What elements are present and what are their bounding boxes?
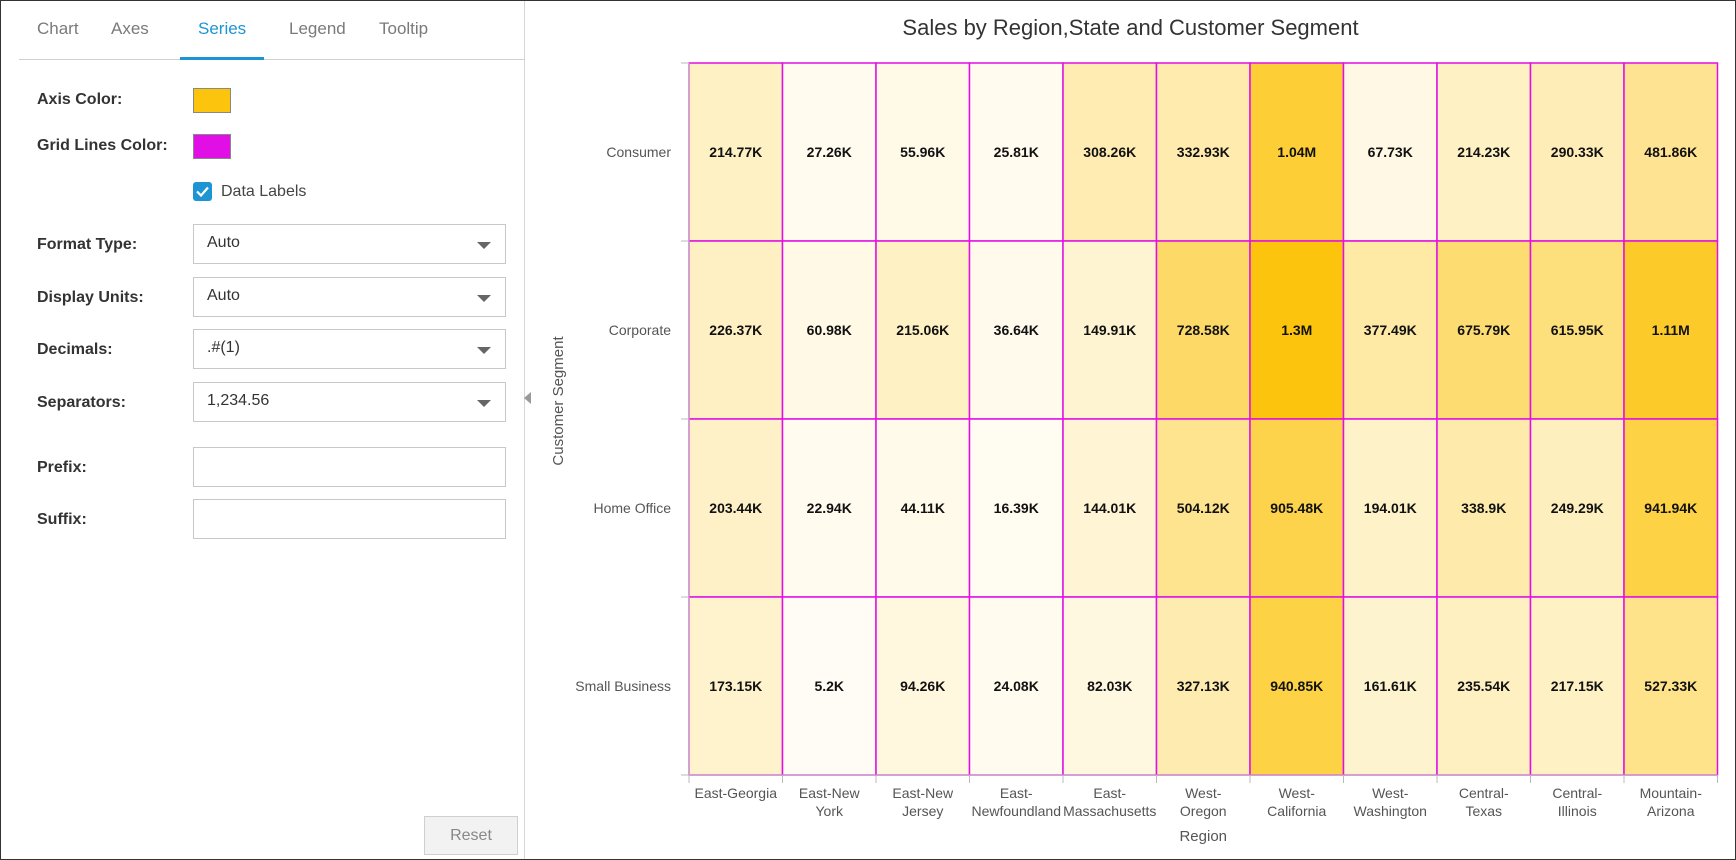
data-label: 25.81K bbox=[994, 144, 1039, 160]
data-label: 27.26K bbox=[807, 144, 852, 160]
data-label: 94.26K bbox=[900, 678, 945, 694]
data-label: 481.86K bbox=[1644, 144, 1697, 160]
reset-button[interactable]: Reset bbox=[424, 816, 518, 855]
chart-area: Sales by Region,State and Customer Segme… bbox=[526, 1, 1735, 859]
axis-color-label: Axis Color: bbox=[37, 91, 123, 108]
format-panel: Chart Axes Series Legend Tooltip Axis Co… bbox=[1, 1, 525, 859]
tab-axes[interactable]: Axes bbox=[93, 1, 167, 60]
x-axis-title: Region bbox=[1179, 828, 1227, 845]
x-tick-label: East-Georgia bbox=[695, 785, 778, 801]
data-label: 1.11M bbox=[1652, 322, 1690, 338]
data-label: 67.73K bbox=[1368, 144, 1413, 160]
data-label: 203.44K bbox=[709, 500, 762, 516]
grid-lines-color-swatch[interactable] bbox=[193, 134, 231, 159]
data-label: 226.37K bbox=[709, 322, 762, 338]
data-labels-checkbox[interactable] bbox=[193, 182, 212, 201]
y-tick-label: Corporate bbox=[609, 322, 671, 338]
data-label: 905.48K bbox=[1270, 500, 1323, 516]
data-label: 1.04M bbox=[1277, 144, 1316, 160]
data-label: 1.3M bbox=[1281, 322, 1312, 338]
display-units-label: Display Units: bbox=[37, 289, 144, 306]
data-label: 215.06K bbox=[896, 322, 949, 338]
data-label: 377.49K bbox=[1364, 322, 1417, 338]
y-tick-label: Home Office bbox=[593, 500, 671, 516]
heatmap-chart: 214.77K 27.26K 55.96K 25.81K 308.26K 332.93K 1… bbox=[550, 62, 1719, 845]
prefix-input[interactable] bbox=[193, 447, 506, 487]
display-units-value: Auto bbox=[207, 287, 240, 304]
data-label: 149.91K bbox=[1083, 322, 1136, 338]
format-type-label: Format Type: bbox=[37, 236, 138, 253]
format-type-value: Auto bbox=[207, 234, 240, 251]
data-label: 941.94K bbox=[1644, 500, 1697, 516]
y-tick-label: Consumer bbox=[606, 144, 671, 160]
suffix-label: Suffix: bbox=[37, 511, 87, 528]
x-tick-label: East-New York bbox=[799, 785, 861, 819]
data-label: 36.64K bbox=[994, 322, 1039, 338]
tab-series[interactable]: Series bbox=[180, 1, 265, 60]
x-tick-label: East-Massachusetts bbox=[1063, 785, 1156, 819]
data-label: 173.15K bbox=[709, 678, 762, 694]
suffix-input[interactable] bbox=[193, 499, 506, 539]
data-label: 194.01K bbox=[1364, 500, 1417, 516]
data-label: 728.58K bbox=[1177, 322, 1230, 338]
x-tick-label: East-Newfoundland bbox=[971, 785, 1061, 819]
x-tick-label: West-Oregon bbox=[1180, 785, 1227, 819]
prefix-label: Prefix: bbox=[37, 459, 87, 476]
separators-select[interactable]: 1,234.56 bbox=[193, 382, 506, 422]
format-type-select[interactable]: Auto bbox=[193, 224, 506, 264]
x-tick-label: West-Washington bbox=[1354, 785, 1427, 819]
data-label: 144.01K bbox=[1083, 500, 1136, 516]
tab-bar: Chart Axes Series Legend Tooltip bbox=[19, 1, 525, 60]
grid-lines-color-label: Grid Lines Color: bbox=[37, 137, 168, 154]
y-axis-title: Customer Segment bbox=[550, 336, 567, 466]
tab-legend[interactable]: Legend bbox=[271, 1, 364, 60]
display-units-select[interactable]: Auto bbox=[193, 277, 506, 317]
data-label: 24.08K bbox=[994, 678, 1039, 694]
data-label: 332.93K bbox=[1177, 144, 1230, 160]
data-labels-label: Data Labels bbox=[221, 183, 307, 200]
x-tick-label: Central-Illinois bbox=[1552, 785, 1602, 819]
data-label: 290.33K bbox=[1551, 144, 1604, 160]
chevron-down-icon bbox=[477, 295, 491, 302]
decimals-select[interactable]: .#(1) bbox=[193, 329, 506, 369]
x-tick-label: East-New Jersey bbox=[892, 785, 954, 819]
tab-tooltip[interactable]: Tooltip bbox=[361, 1, 446, 60]
x-tick-label: Central-Texas bbox=[1459, 785, 1509, 819]
axis-color-swatch[interactable] bbox=[193, 88, 231, 113]
data-label: 615.95K bbox=[1551, 322, 1604, 338]
data-label: 55.96K bbox=[900, 144, 945, 160]
data-label: 60.98K bbox=[807, 322, 852, 338]
data-label: 214.23K bbox=[1457, 144, 1510, 160]
chevron-down-icon bbox=[477, 400, 491, 407]
decimals-value: .#(1) bbox=[207, 339, 240, 356]
data-label: 675.79K bbox=[1457, 322, 1510, 338]
data-label: 217.15K bbox=[1551, 678, 1604, 694]
separators-label: Separators: bbox=[37, 394, 126, 411]
data-label: 527.33K bbox=[1644, 678, 1697, 694]
chevron-down-icon bbox=[477, 242, 491, 249]
data-label: 44.11K bbox=[901, 500, 945, 516]
data-label: 214.77K bbox=[709, 144, 762, 160]
chevron-down-icon bbox=[477, 347, 491, 354]
data-label: 16.39K bbox=[994, 500, 1039, 516]
separators-value: 1,234.56 bbox=[207, 392, 270, 409]
data-label: 327.13K bbox=[1177, 678, 1230, 694]
data-label: 5.2K bbox=[814, 678, 844, 694]
data-label: 249.29K bbox=[1551, 500, 1604, 516]
data-label: 161.61K bbox=[1364, 678, 1417, 694]
x-tick-label: Mountain-Arizona bbox=[1640, 785, 1703, 819]
x-tick-label: West-California bbox=[1267, 785, 1326, 819]
data-label: 82.03K bbox=[1087, 678, 1132, 694]
y-tick-label: Small Business bbox=[575, 678, 671, 694]
data-label: 504.12K bbox=[1177, 500, 1230, 516]
data-label: 22.94K bbox=[807, 500, 852, 516]
data-label: 338.9K bbox=[1461, 500, 1506, 516]
checkmark-icon bbox=[196, 186, 209, 198]
data-label: 235.54K bbox=[1457, 678, 1510, 694]
tab-chart[interactable]: Chart bbox=[19, 1, 97, 60]
data-label: 308.26K bbox=[1083, 144, 1136, 160]
decimals-label: Decimals: bbox=[37, 341, 113, 358]
data-label: 940.85K bbox=[1270, 678, 1323, 694]
